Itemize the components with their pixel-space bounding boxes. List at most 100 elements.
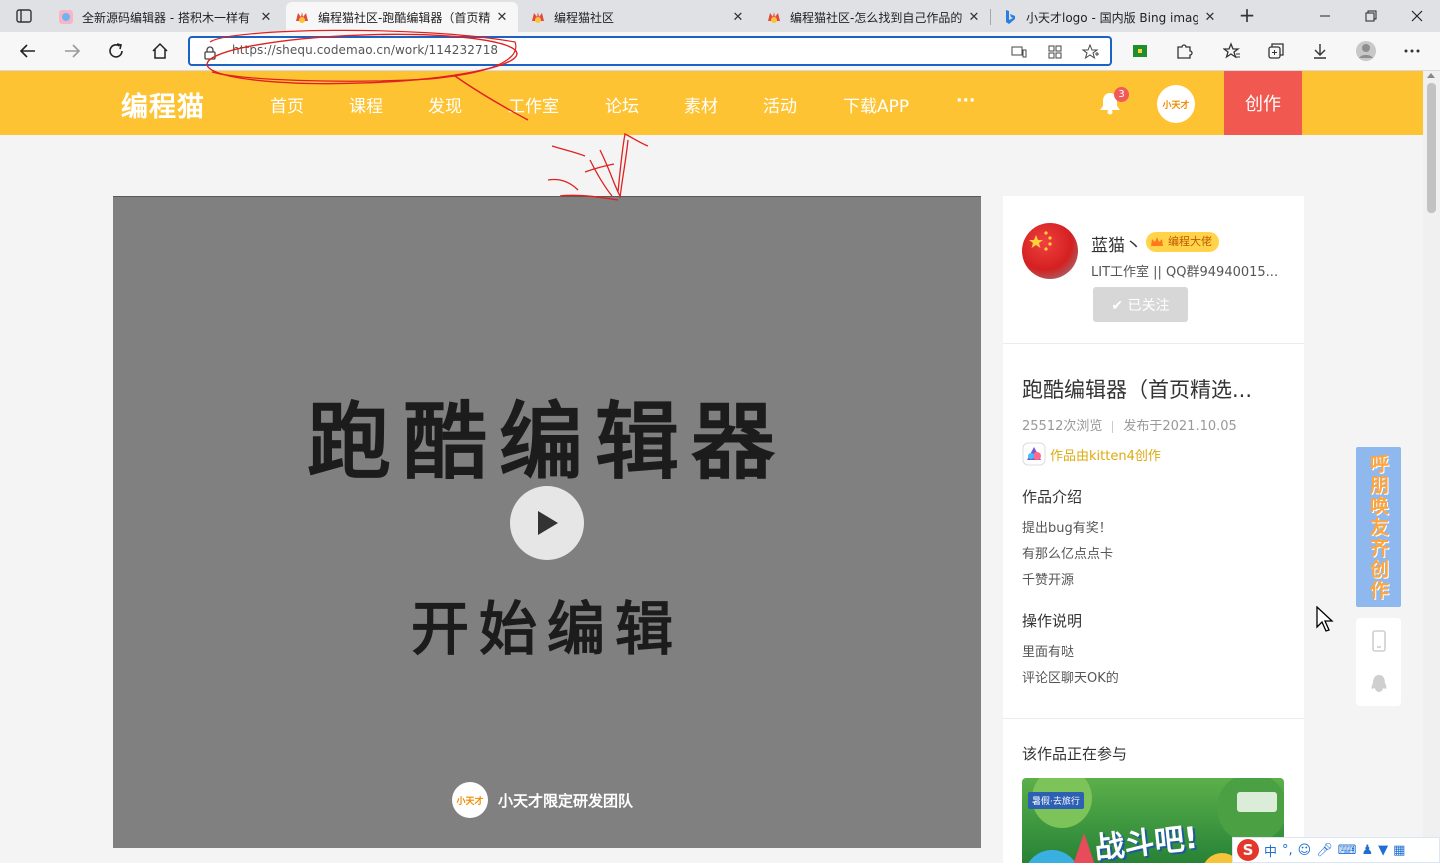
intro-line: 有那么亿点点卡: [1022, 547, 1114, 562]
nav-item-home[interactable]: 首页: [270, 92, 304, 117]
url-text[interactable]: https://shequ.codemao.cn/work/114232718: [232, 43, 498, 57]
browser-tab-2[interactable]: 编程猫社区 ✕: [522, 2, 754, 32]
add-favorite-icon[interactable]: [1082, 44, 1100, 60]
banner-tag: 暑假·去旅行: [1028, 792, 1084, 809]
panel-divider: [1003, 718, 1304, 719]
mobile-icon[interactable]: [1369, 630, 1389, 652]
mouse-cursor-icon: [1316, 606, 1334, 632]
stage-title-text: 跑酷编辑器: [306, 393, 787, 491]
lock-icon[interactable]: [204, 45, 216, 64]
nav-item-download-app[interactable]: 下载APP: [843, 92, 909, 117]
home-button[interactable]: [146, 37, 174, 65]
immersive-reader-icon[interactable]: [1010, 44, 1028, 60]
tab-title: 编程猫社区: [554, 10, 615, 25]
ime-keyboard-icon[interactable]: ⌨: [1338, 843, 1357, 858]
browser-tab-0[interactable]: 全新源码编辑器 - 搭积木一样有 ✕: [50, 2, 282, 32]
ime-language[interactable]: 中: [1264, 841, 1277, 860]
profile-avatar-icon[interactable]: [1352, 37, 1380, 65]
restore-button[interactable]: [1348, 0, 1394, 32]
extensions-puzzle-icon[interactable]: [1170, 37, 1198, 65]
tab-close-icon[interactable]: ✕: [494, 10, 510, 25]
work-player[interactable]: 跑酷编辑器 开始编辑 小天才 小天才限定研发团队: [113, 196, 981, 848]
ops-heading: 操作说明: [1022, 612, 1083, 630]
author-avatar[interactable]: [1022, 223, 1078, 279]
bing-favicon-icon: [1002, 9, 1018, 25]
nav-item-events[interactable]: 活动: [763, 92, 797, 117]
user-avatar[interactable]: 小天才: [1157, 85, 1195, 123]
ime-skin-icon[interactable]: ▼: [1378, 843, 1388, 858]
made-with-kitten4[interactable]: 作品由kitten4创作: [1022, 442, 1161, 466]
ops-line: 评论区聊天OK的: [1022, 671, 1119, 686]
play-icon: [538, 511, 558, 535]
apps-grid-icon[interactable]: [1046, 44, 1064, 60]
intro-heading: 作品介绍: [1022, 488, 1083, 506]
site-logo[interactable]: 编程猫: [121, 85, 205, 124]
more-menu-icon[interactable]: [1398, 37, 1426, 65]
browser-tab-3[interactable]: 编程猫社区-怎么找到自己作品的 ✕: [758, 2, 990, 32]
tab-close-icon[interactable]: ✕: [1202, 10, 1218, 25]
close-window-button[interactable]: [1394, 0, 1440, 32]
studio-label[interactable]: 小天才 小天才限定研发团队: [452, 782, 633, 818]
ime-punct-icon[interactable]: °,: [1282, 843, 1293, 858]
invite-label: 呼朋唤友齐创作: [1367, 453, 1389, 601]
tab-title: 小天才logo - 国内版 Bing image: [1026, 10, 1198, 25]
ime-toolbar[interactable]: S 中 °, ☺ 🎤︎ ⌨ ♟ ▼ ▦: [1232, 837, 1440, 863]
browser-tab-strip: 全新源码编辑器 - 搭积木一样有 ✕ 编程猫社区-跑酷编辑器（首页精 ✕ 编程猫…: [0, 0, 1440, 32]
collections-icon[interactable]: [1262, 37, 1290, 65]
nav-item-discover[interactable]: 发现: [428, 92, 462, 117]
author-level-badge: 编程大佬: [1146, 232, 1219, 252]
view-count: 25512次浏览: [1022, 419, 1103, 434]
author-description: LIT工作室 || QQ群94940015...: [1091, 265, 1279, 280]
refresh-button[interactable]: [102, 37, 130, 65]
tab-separator: [990, 9, 991, 25]
tab-title: 编程猫社区-跑酷编辑器（首页精: [318, 10, 490, 25]
kitten4-icon: [1022, 442, 1046, 466]
ime-mic-icon[interactable]: 🎤︎: [1316, 843, 1333, 858]
scroll-thumb[interactable]: [1427, 83, 1436, 213]
ops-line: 里面有哒: [1022, 645, 1075, 660]
tab-title: 全新源码编辑器 - 搭积木一样有: [82, 10, 250, 25]
downloads-icon[interactable]: [1306, 37, 1334, 65]
new-tab-button[interactable]: +: [1236, 4, 1258, 28]
flag-star-icon: [1029, 231, 1052, 251]
follow-button[interactable]: ✔ 已关注: [1093, 287, 1188, 322]
address-bar[interactable]: https://shequ.codemao.cn/work/114232718: [188, 36, 1112, 66]
page-content: 跑酷编辑器 开始编辑 小天才 小天才限定研发团队 蓝猫丶 编程大佬 LIT工作室…: [0, 135, 1423, 863]
minimize-button[interactable]: [1302, 0, 1348, 32]
nav-item-materials[interactable]: 素材: [684, 92, 718, 117]
nav-more-button[interactable]: ···: [956, 91, 975, 111]
scroll-up-arrow-icon[interactable]: [1427, 73, 1435, 78]
user-avatar-text: 小天才: [1162, 100, 1190, 111]
back-button[interactable]: [14, 37, 42, 65]
ime-menu-icon[interactable]: ▦: [1393, 843, 1405, 858]
play-button[interactable]: [510, 486, 584, 560]
intro-line: 提出bug有奖！: [1022, 521, 1112, 536]
ime-emoji-icon[interactable]: ☺: [1298, 843, 1312, 858]
extension-green-icon[interactable]: [1126, 37, 1154, 65]
tab-close-icon[interactable]: ✕: [730, 10, 746, 25]
browser-tab-4[interactable]: 小天才logo - 国内版 Bing image ✕: [994, 2, 1226, 32]
page-scrollbar[interactable]: [1423, 71, 1440, 863]
tab-favicon-icon: [766, 9, 782, 25]
nav-item-forum[interactable]: 论坛: [605, 92, 639, 117]
tab-close-icon[interactable]: ✕: [258, 10, 274, 25]
tab-actions-icon[interactable]: [10, 6, 38, 26]
create-button[interactable]: 创作: [1224, 71, 1302, 135]
intro-line: 千赞开源: [1022, 573, 1075, 588]
work-meta: 25512次浏览 发布于2021.10.05: [1022, 415, 1237, 434]
author-name[interactable]: 蓝猫丶: [1091, 231, 1142, 256]
invite-friends-button[interactable]: 呼朋唤友齐创作: [1356, 447, 1401, 607]
browser-tab-1[interactable]: 编程猫社区-跑酷编辑器（首页精 ✕: [286, 2, 518, 32]
sogou-logo-icon[interactable]: S: [1237, 839, 1259, 861]
tab-favicon-icon: [530, 9, 546, 25]
tab-close-icon[interactable]: ✕: [966, 10, 982, 25]
ime-user-icon[interactable]: ♟: [1362, 843, 1374, 858]
nav-item-studio[interactable]: 工作室: [508, 92, 559, 117]
participating-heading: 该作品正在参与: [1022, 745, 1128, 763]
nav-item-courses[interactable]: 课程: [349, 92, 383, 117]
favorites-icon[interactable]: [1218, 37, 1246, 65]
qq-icon[interactable]: [1369, 673, 1389, 695]
tab-favicon-icon: [58, 9, 74, 25]
forward-button[interactable]: [58, 37, 86, 65]
stage-subtitle-text: 开始编辑: [410, 595, 683, 663]
